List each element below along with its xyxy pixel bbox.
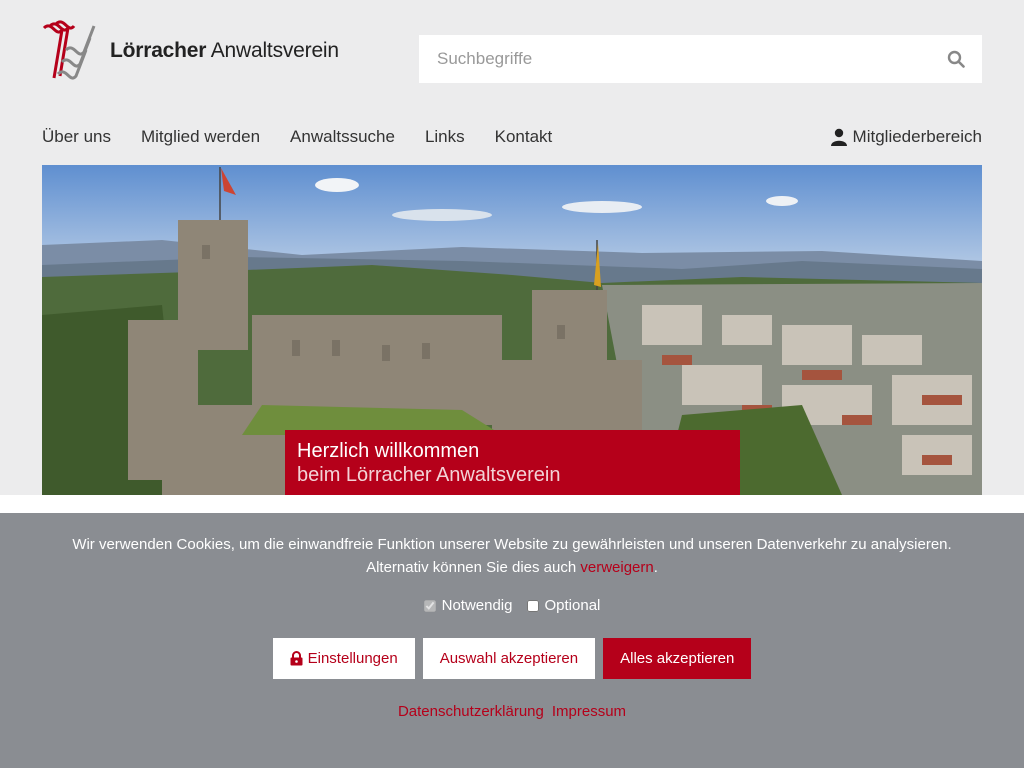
search-icon [947,50,965,68]
settings-button[interactable]: Einstellungen [272,638,415,679]
cookie-buttons: Einstellungen Auswahl akzeptieren Alles … [0,638,1024,679]
cookie-message-suffix: . [653,559,658,576]
accept-all-button[interactable]: Alles akzeptieren [603,638,752,679]
search-button[interactable] [930,35,982,83]
optional-label: Optional [544,597,601,614]
nav-item-links[interactable]: Links [425,127,465,147]
hero-banner: Herzlich willkommen beim Lörracher Anwal… [42,165,982,495]
cookie-footer-links: Datenschutzerklärung Impressum [0,703,1024,720]
accept-selection-label: Auswahl akzeptieren [439,650,579,667]
necessary-checkbox[interactable] [423,599,436,612]
optional-checkbox[interactable] [526,599,539,612]
user-icon [830,128,847,146]
site-logo[interactable]: Lörracher Anwaltsverein [42,20,339,82]
cookie-checkboxes: Notwendig Optional [0,597,1024,614]
nav-item-ueber-uns[interactable]: Über uns [42,127,111,147]
logo-mark-icon [42,20,96,80]
hero-caption: Herzlich willkommen beim Lörracher Anwal… [285,430,740,495]
nav-item-mitglied-werden[interactable]: Mitglied werden [141,127,260,147]
members-area-label: Mitgliederbereich [852,127,982,146]
privacy-link[interactable]: Datenschutzerklärung [398,703,544,720]
cookie-message-line1: Wir verwenden Cookies, um die einwandfre… [72,536,952,553]
cookie-message-prefix: Alternativ können Sie dies auch [366,559,581,576]
checkbox-optional: Optional [526,597,601,614]
accept-selection-button[interactable]: Auswahl akzeptieren [422,638,596,679]
hero-title: Herzlich willkommen [297,440,480,462]
hero-subtitle: beim Lörracher Anwaltsverein [297,464,561,486]
cookie-banner: Wir verwenden Cookies, um die einwandfre… [0,513,1024,768]
checkbox-necessary: Notwendig [423,597,513,614]
search-box [419,35,982,83]
cookie-message-line2: Alternativ können Sie dies auch verweige… [0,556,1024,579]
members-area-link[interactable]: Mitgliederbereich [830,127,982,147]
brand-name: Lörracher Anwaltsverein [110,39,339,63]
lock-icon [290,651,303,666]
brand-name-rest: Anwaltsverein [210,39,339,62]
nav-item-anwaltssuche[interactable]: Anwaltssuche [290,127,395,147]
necessary-label: Notwendig [441,597,513,614]
nav-item-kontakt[interactable]: Kontakt [495,127,553,147]
brand-name-bold: Lörracher [110,39,207,62]
content-strip [0,495,1024,513]
imprint-link[interactable]: Impressum [552,703,626,720]
settings-button-label: Einstellungen [307,650,398,667]
refuse-link[interactable]: verweigern [580,559,653,576]
accept-all-label: Alles akzeptieren [620,650,735,667]
cookie-message: Wir verwenden Cookies, um die einwandfre… [0,533,1024,579]
search-input[interactable] [419,35,930,83]
main-nav: Über uns Mitglied werden Anwaltssuche Li… [42,127,552,147]
